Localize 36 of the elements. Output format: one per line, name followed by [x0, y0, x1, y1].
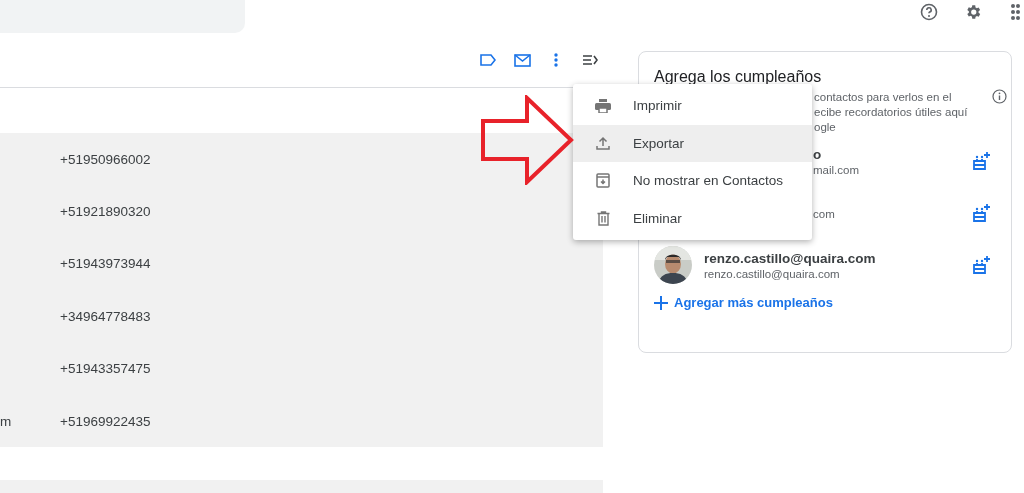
contact-email: com [813, 208, 835, 220]
upload-icon [596, 136, 610, 151]
contact-name: o [813, 146, 823, 162]
apps-icon[interactable] [1011, 3, 1023, 21]
card-title: Agrega los cumpleaños [654, 68, 823, 87]
phone-number: +51943973944 [60, 256, 151, 272]
info-icon[interactable] [992, 89, 1007, 104]
add-birthday-icon[interactable] [971, 151, 991, 171]
menu-item[interactable]: No mostrar en Contactos [573, 162, 812, 200]
table-cell: m [0, 413, 12, 429]
add-birthday-icon[interactable] [971, 255, 991, 275]
phone-number: +51969922435 [60, 413, 151, 429]
help-icon[interactable] [920, 3, 938, 21]
add-more-birthdays-link[interactable]: Agregar más cumpleaños [654, 295, 1011, 310]
phone-number: +51943357475 [60, 361, 151, 377]
trash-icon [596, 210, 610, 226]
email-icon[interactable] [513, 53, 531, 67]
phone-number: +51921890320 [60, 204, 151, 220]
contact-email: mail.com [813, 163, 859, 176]
printer-icon [595, 98, 611, 113]
phone-number: +34964778483 [60, 308, 151, 324]
card-description: contactos para verlos en el [814, 90, 953, 105]
card-description: ogle [814, 120, 837, 135]
add-birthday-icon[interactable] [971, 203, 991, 223]
phone-number: +51950966002 [60, 151, 151, 167]
contact-email: renzo.castillo@quaira.com [704, 267, 841, 280]
menu-item[interactable]: Imprimir [573, 87, 812, 125]
menu-item[interactable]: Exportar [573, 124, 812, 162]
collapse-panel-icon[interactable] [582, 54, 598, 66]
card-description: ecibe recordatorios útiles aquí [814, 105, 969, 120]
more-icon[interactable] [554, 53, 558, 67]
menu-item[interactable]: Eliminar [573, 199, 812, 237]
contact-name: renzo.castillo@quaira.com [704, 250, 876, 266]
plus-icon [654, 295, 668, 310]
archive-icon [596, 173, 610, 189]
label-icon[interactable] [480, 54, 496, 66]
